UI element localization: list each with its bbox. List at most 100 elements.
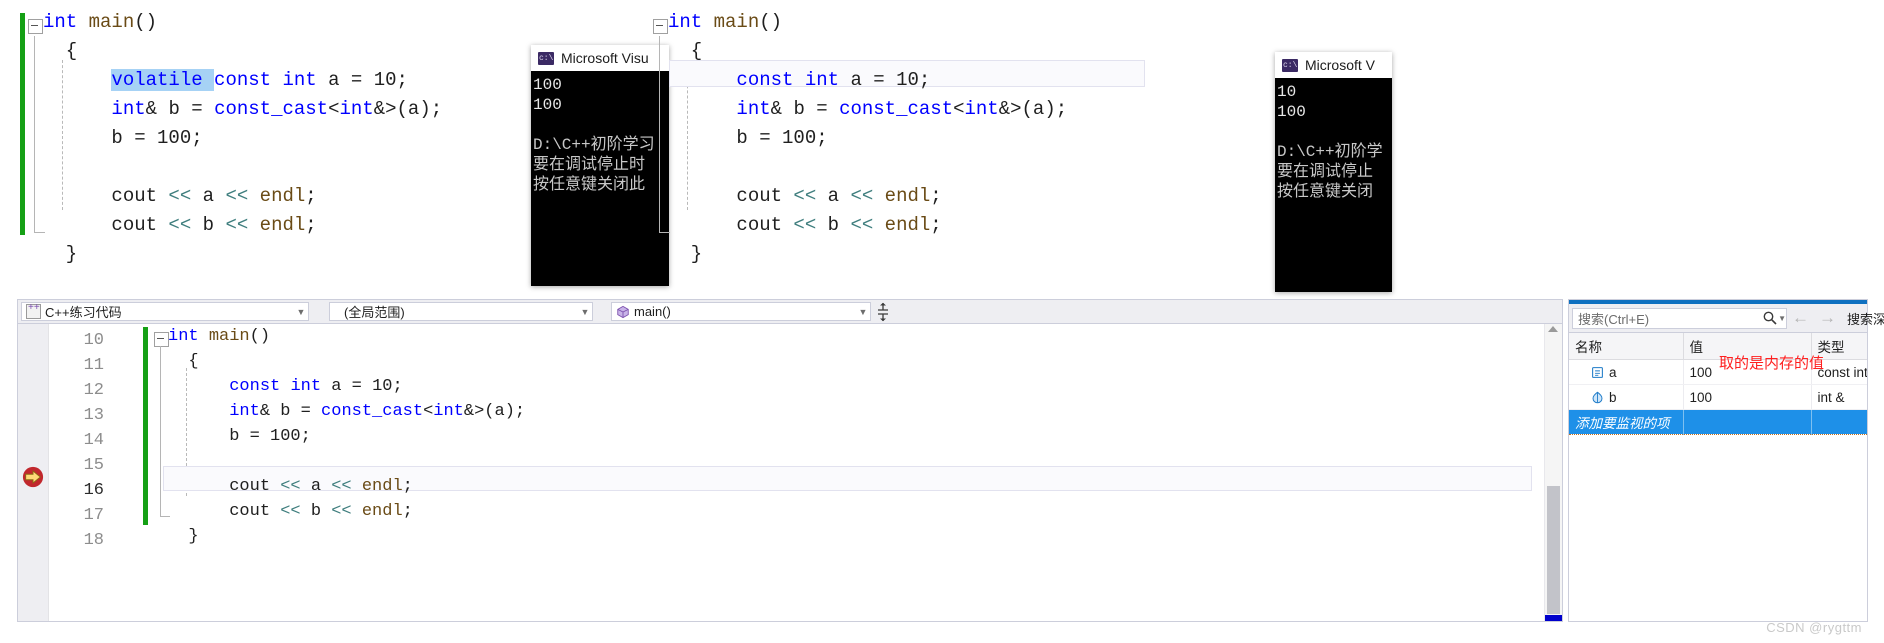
scrollbar-thumb[interactable] <box>1547 486 1560 614</box>
line-number: 15 <box>83 456 104 475</box>
code-token: << <box>280 477 301 496</box>
code-content-area[interactable]: int main() { const int a = 10; int& b = … <box>118 324 1562 621</box>
code-token: cout <box>43 214 169 236</box>
console-title-bar: Microsoft V <box>1275 52 1392 78</box>
code-token: endl <box>884 214 931 236</box>
watch-name-cell[interactable]: a <box>1569 359 1684 385</box>
code-token: ; <box>392 377 403 396</box>
method-cube-icon <box>617 305 629 318</box>
collapse-toggle-icon[interactable] <box>653 19 668 34</box>
code-line: int& b = const_cast<int&>(a); <box>43 95 442 124</box>
cpp-project-icon <box>26 302 41 319</box>
code-token: const <box>214 69 272 91</box>
watch-name-cell[interactable]: b <box>1569 384 1684 410</box>
code-token: int <box>433 402 464 421</box>
project-selector[interactable]: C++练习代码 ▼ <box>21 302 309 321</box>
search-options-chevron-icon[interactable]: ▼ <box>1778 314 1786 323</box>
code-token: & b = <box>770 98 840 120</box>
chevron-down-icon[interactable]: ▼ <box>578 307 592 317</box>
code-line: { <box>168 349 525 374</box>
code-token: int <box>111 98 146 120</box>
search-next-icon[interactable]: → <box>1814 308 1841 328</box>
table-row[interactable]: b 100 int & <box>1569 384 1867 410</box>
watch-search-box[interactable]: 搜索(Ctrl+E) ▼ <box>1572 307 1787 329</box>
split-view-icon[interactable] <box>875 302 891 322</box>
code-token: a = <box>321 377 373 396</box>
console-title-text: Microsoft V <box>1305 57 1376 73</box>
code-token: << <box>331 502 352 521</box>
chevron-down-icon[interactable]: ▼ <box>856 307 870 317</box>
code-token: int <box>282 69 317 91</box>
console-window-right[interactable]: Microsoft V 10 100 D:\C++初阶学要在调试停止按任意键关闭 <box>1275 52 1392 292</box>
scope-selector[interactable]: (全局范围) ▼ <box>329 302 593 321</box>
collapse-toggle-icon[interactable] <box>154 332 169 347</box>
code-token: << <box>225 214 249 236</box>
code-token: ; <box>300 427 311 446</box>
line-number: 13 <box>83 406 104 425</box>
editor-vertical-scrollbar[interactable] <box>1544 324 1562 621</box>
add-watch-row[interactable]: 添加要监视的项 <box>1569 409 1867 435</box>
code-token: { <box>168 352 199 371</box>
code-token: b <box>816 214 851 236</box>
code-line: cout << a << endl; <box>43 182 442 211</box>
code-token: ; <box>396 69 408 91</box>
code-text: int main() { volatile const int a = 10; … <box>43 8 442 269</box>
watch-frame: 搜索(Ctrl+E) ▼ ← → 搜索深度: 3 ▼ <box>1568 299 1884 622</box>
column-header-name[interactable]: 名称 <box>1569 333 1684 360</box>
code-line: } <box>668 240 1067 269</box>
cmd-prompt-icon <box>1282 58 1298 72</box>
search-icon[interactable] <box>1762 310 1778 326</box>
scroll-up-arrow-icon[interactable] <box>1548 326 1558 332</box>
code-editor[interactable]: 10 11 12 13 14 15 16 17 18 int main() { const in… <box>17 324 1563 622</box>
code-token: a = <box>839 69 897 91</box>
top-right-code-snippet: int main() { const int a = 10; int& b = … <box>645 8 1205 265</box>
add-watch-value-cell[interactable] <box>1683 409 1812 435</box>
code-token: << <box>850 214 874 236</box>
field-icon <box>1591 366 1604 379</box>
collapse-toggle-icon[interactable] <box>28 19 43 34</box>
code-token: const_cast <box>214 98 329 120</box>
code-token: { <box>43 40 78 62</box>
code-token: << <box>850 185 874 207</box>
chevron-down-icon[interactable]: ▼ <box>294 307 308 317</box>
code-token: const_cast <box>321 402 424 421</box>
line-number: 11 <box>83 356 104 375</box>
code-token: } <box>43 243 78 265</box>
watch-type-cell: int & <box>1811 384 1867 410</box>
code-token: &>(a); <box>373 98 443 120</box>
console-output-line: 100 <box>1277 103 1306 121</box>
code-token: cout <box>168 502 281 521</box>
cmd-prompt-icon <box>538 51 554 65</box>
code-token: << <box>280 502 301 521</box>
watch-variable-name: a <box>1609 364 1617 380</box>
line-number: 12 <box>83 381 104 400</box>
code-token: ; <box>918 69 931 91</box>
search-depth-label: 搜索深度: <box>1847 311 1884 327</box>
top-left-code-snippet: int main() { volatile const int a = 10; … <box>20 8 540 265</box>
watch-toolbar: 搜索(Ctrl+E) ▼ ← → 搜索深度: 3 ▼ <box>1569 304 1884 333</box>
code-line: b = 100; <box>43 124 442 153</box>
code-line: } <box>43 240 442 269</box>
visual-studio-editor-panel: C++练习代码 ▼ (全局范围) ▼ main() ▼ 10 11 12 13 14 15… <box>17 299 1563 622</box>
search-prev-icon[interactable]: ← <box>1787 308 1814 328</box>
code-token: volatile <box>111 69 203 91</box>
code-token: b <box>191 214 226 236</box>
code-token: endl <box>259 185 306 207</box>
watch-value-cell[interactable]: 100 <box>1683 384 1812 410</box>
console-info-line: D:\C++初阶学 <box>1277 143 1383 161</box>
scope-guide-line <box>34 36 35 232</box>
code-line: int main() <box>43 8 442 37</box>
code-line: b = 100; <box>668 124 1067 153</box>
change-bar <box>20 13 25 235</box>
line-number: 14 <box>83 431 104 450</box>
add-watch-placeholder[interactable]: 添加要监视的项 <box>1569 409 1684 435</box>
member-selector[interactable]: main() ▼ <box>611 302 871 321</box>
